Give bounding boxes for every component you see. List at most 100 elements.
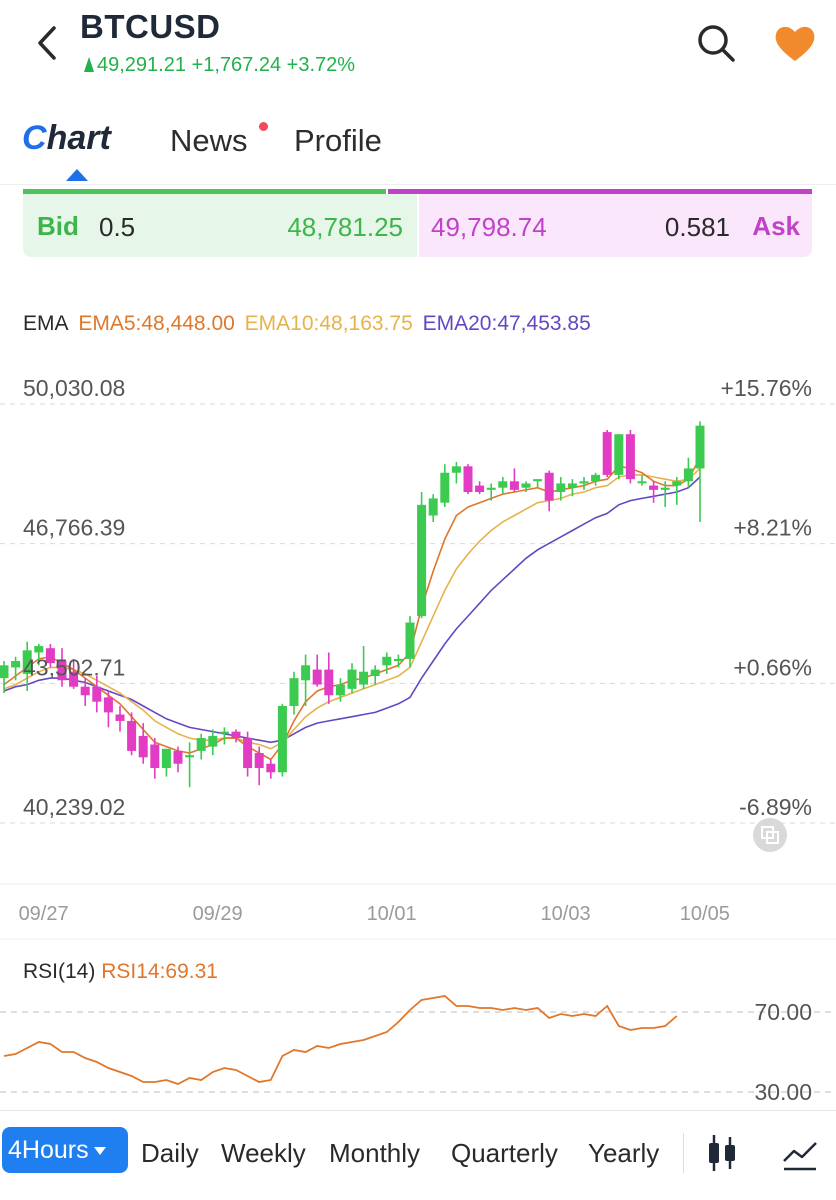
candlestick-icon [709,1135,735,1171]
candle-body [185,755,195,758]
active-tab-indicator [66,169,88,181]
price-change: +1,767.24 [191,54,282,76]
candle-body [127,720,137,751]
candle-body [440,472,450,503]
candle-body [567,483,577,488]
candle-body [672,481,682,486]
candle-body [683,468,693,482]
candle-body [0,665,9,679]
candle-body [579,481,589,484]
candle-body [393,658,403,662]
candle-body [475,485,485,492]
candle-body [625,434,635,480]
price-quote: 49,291.21 +1,767.24 +3.72% [84,54,355,77]
rsi-chart[interactable]: 70.00 30.00 [0,950,836,1110]
bid-box: Bid 0.5 48,781.25 [23,194,417,257]
candle-body [208,735,218,747]
candle-body [196,738,206,751]
candle-body [359,671,369,685]
ema10-value: EMA10:48,163.75 [244,312,413,335]
price-change-pct: +3.72% [286,54,356,76]
candle-body [161,748,171,769]
candle-body [428,498,438,516]
candle-body [382,656,392,666]
candle-body [243,738,253,769]
rsi-axis-label: 30.00 [754,1079,812,1105]
tab-bar: Chart News Profile [0,105,836,185]
candle-body [521,483,531,488]
candle-body [509,481,519,490]
tabs-divider [0,184,836,185]
bottom-divider [683,1133,684,1173]
rsi-axis-label: 70.00 [754,999,812,1025]
candle-body [289,678,299,706]
ema-legend-label: EMA [23,312,69,335]
candle-body [649,485,659,490]
bid-label: Bid [37,211,79,241]
favorite-button[interactable] [772,22,818,64]
candlestick-chart-button[interactable] [702,1131,742,1175]
y-axis-label: 43,502.71 [23,654,125,680]
period-weekly[interactable]: Weekly [221,1133,306,1173]
candle-body [150,744,160,769]
candle-body [138,735,148,758]
y-axis-pct-label: -6.89% [739,794,812,820]
candle-body [34,646,44,653]
candle-body [370,669,380,677]
candle-body [637,481,647,484]
period-4hours-label: 4Hours [8,1136,89,1164]
y-axis-pct-label: +0.66% [733,654,812,680]
price-chart[interactable]: 50,030.08 +15.76% 46,766.39 +8.21% 43,502.71… [0,360,836,940]
tab-news[interactable]: News [170,123,248,159]
period-quarterly[interactable]: Quarterly [451,1133,558,1173]
bid-price: 48,781.25 [287,212,403,242]
up-arrow-icon [84,57,94,72]
period-yearly[interactable]: Yearly [588,1133,659,1173]
candle-body [695,425,705,469]
x-axis-date-label: 09/29 [193,903,243,925]
candle-body [277,705,287,773]
candle-body [417,504,427,617]
period-monthly[interactable]: Monthly [329,1133,420,1173]
y-axis-label: 46,766.39 [23,515,125,541]
candle-body [173,750,183,764]
candle-body [498,481,508,488]
candle-body [335,684,345,696]
tab-chart[interactable]: Chart [22,119,111,158]
line-chart-button[interactable] [780,1131,820,1175]
candle-body [451,466,461,473]
period-4hours-dropdown[interactable]: 4Hours [2,1127,128,1173]
period-daily[interactable]: Daily [141,1133,199,1173]
x-axis-date-label: 10/03 [541,903,591,925]
candle-body [556,483,566,492]
caret-down-icon [93,1147,106,1155]
tab-chart-label: hart [46,119,111,157]
tab-profile[interactable]: Profile [294,123,382,159]
notification-dot [259,122,268,131]
candle-body [660,487,670,490]
page-title: BTCUSD [80,8,221,45]
search-icon [698,25,735,62]
line-chart-icon [783,1142,817,1171]
fullscreen-icon[interactable] [753,818,787,852]
candle-body [219,731,229,734]
ask-box: 49,798.74 0.581 Ask [419,194,812,257]
y-axis-pct-label: +15.76% [721,375,812,401]
header: BTCUSD 49,291.21 +1,767.24 +3.72% [0,0,836,95]
search-button[interactable] [695,22,737,64]
candle-body [614,434,624,475]
candle-body [405,622,415,659]
x-axis-date-label: 10/01 [367,903,417,925]
back-button[interactable] [30,20,66,66]
candle-body [486,487,496,490]
period-bar: 4Hours Daily Weekly Monthly Quarterly Ye… [0,1110,836,1200]
candle-body [92,686,102,702]
candle-body [11,661,21,668]
candle-body [463,466,473,492]
candle-body [347,669,357,689]
ema5-value: EMA5:48,448.00 [78,312,235,335]
tab-chart-initial: C [22,119,47,157]
candle-body [533,479,543,482]
ema-legend: EMA EMA5:48,448.00 EMA10:48,163.75 EMA20… [23,312,595,336]
chevron-left-icon [38,26,56,60]
